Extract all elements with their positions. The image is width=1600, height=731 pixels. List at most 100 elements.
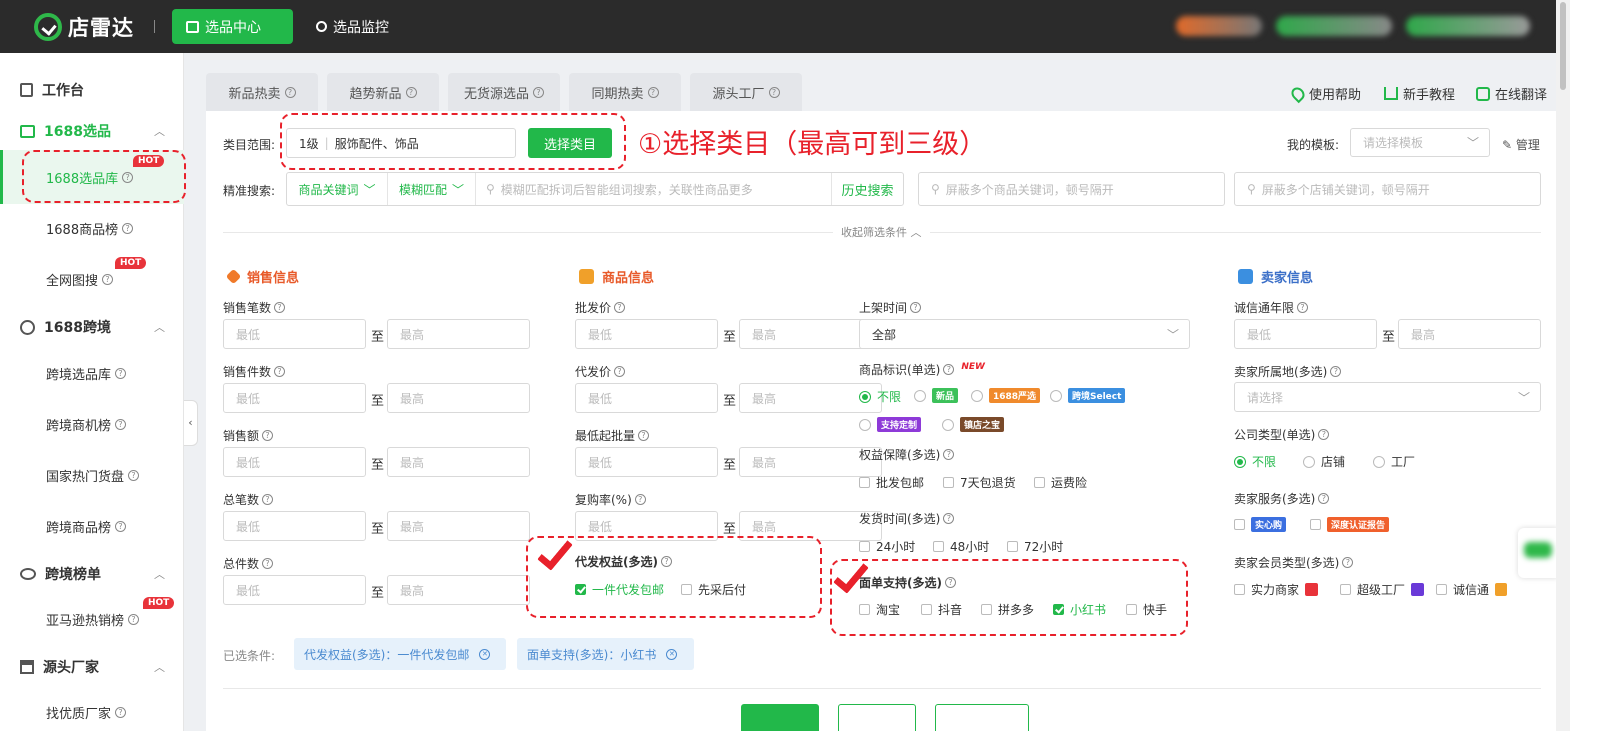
checkbox[interactable] bbox=[1234, 519, 1245, 530]
checkbox[interactable] bbox=[1234, 584, 1245, 595]
service-option-report[interactable]: 深度认证报告 bbox=[1310, 517, 1390, 532]
tag-option-custom[interactable]: 支持定制 bbox=[859, 417, 922, 432]
listing-time-select[interactable]: 全部 ﹀ bbox=[859, 319, 1190, 349]
logo[interactable]: 店雷达 bbox=[34, 12, 134, 42]
template-select[interactable]: 请选择模板 ﹀ bbox=[1350, 128, 1490, 157]
radio[interactable] bbox=[942, 418, 954, 431]
exclude-goods-input[interactable]: ⚲ 屏蔽多个商品关键词，顿号隔开 bbox=[918, 172, 1225, 206]
sales-field-min-input[interactable]: 最低 bbox=[223, 447, 366, 477]
goods-field-min-input[interactable]: 最低 bbox=[575, 319, 718, 349]
rights-option[interactable]: 运费险 bbox=[1034, 474, 1087, 491]
selected-chip[interactable]: 代发权益(多选)：一件代发包邮 ✕ bbox=[294, 638, 506, 670]
floating-service-widget[interactable] bbox=[1518, 528, 1558, 578]
checkbox[interactable] bbox=[1034, 477, 1045, 488]
service-option-shixingou[interactable]: 实心购 bbox=[1234, 517, 1287, 532]
save-template-button[interactable] bbox=[935, 704, 1029, 731]
sidebar-group-1688[interactable]: 1688选品 ︿ bbox=[20, 121, 165, 141]
tag-option-treasure[interactable]: 镇店之宝 bbox=[942, 417, 1005, 432]
member-option-strength[interactable]: 实力商家 bbox=[1234, 581, 1319, 598]
sales-field-min-input[interactable]: 最低 bbox=[223, 383, 366, 413]
checkbox[interactable] bbox=[1340, 584, 1351, 595]
sales-field-max-input[interactable]: 最高 bbox=[387, 319, 530, 349]
ship-time-option[interactable]: 72小时 bbox=[1007, 538, 1063, 555]
years-max-input[interactable]: 最高 bbox=[1398, 319, 1541, 349]
company-option-factory[interactable]: 工厂 bbox=[1373, 453, 1415, 470]
goods-field-min-input[interactable]: 最低 bbox=[575, 447, 718, 477]
checkbox[interactable] bbox=[1436, 584, 1447, 595]
translate-link[interactable]: 在线翻译 bbox=[1476, 84, 1547, 103]
tag-option-strict[interactable]: 1688严选 bbox=[971, 388, 1041, 403]
sidebar-group-factory[interactable]: 源头厂家 ︿ bbox=[20, 657, 165, 677]
history-search-button[interactable]: 历史搜索 bbox=[831, 173, 903, 205]
ship-time-option[interactable]: 24小时 bbox=[859, 538, 915, 555]
sidebar-collapse-button[interactable]: ‹ bbox=[184, 400, 198, 446]
sales-field-min-input[interactable]: 最低 bbox=[223, 575, 366, 605]
tab-source-factory[interactable]: 源头工厂? bbox=[690, 73, 802, 111]
tab-new-hot[interactable]: 新品热卖? bbox=[206, 73, 318, 111]
tutorial-link[interactable]: 新手教程 bbox=[1384, 84, 1455, 103]
sales-field-max-input[interactable]: 最高 bbox=[387, 575, 530, 605]
match-type-select[interactable]: 模糊匹配 ﹀ bbox=[388, 173, 476, 205]
sidebar-item-crossborder-library[interactable]: 跨境选品库? bbox=[46, 364, 127, 383]
selected-chip[interactable]: 面单支持(多选)：小红书 ✕ bbox=[517, 638, 694, 670]
sidebar-item-crossborder-opportunity[interactable]: 跨境商机榜? bbox=[46, 415, 127, 434]
checkbox[interactable] bbox=[943, 477, 954, 488]
years-min-input[interactable]: 最低 bbox=[1234, 319, 1377, 349]
checkbox[interactable] bbox=[1310, 519, 1321, 530]
collapse-filters-button[interactable]: 收起筛选条件 ︿ bbox=[833, 224, 930, 240]
sidebar-item-crossborder-ranking[interactable]: 跨境商品榜? bbox=[46, 517, 127, 536]
sidebar-item-find-factory[interactable]: 找优质厂家? bbox=[46, 703, 127, 722]
reset-button[interactable] bbox=[838, 704, 916, 731]
search-input[interactable]: ⚲ 模糊匹配拆词后智能组词搜索，关联性商品更多 bbox=[476, 173, 831, 205]
scrollbar[interactable] bbox=[1556, 0, 1570, 731]
radio-selected[interactable] bbox=[859, 390, 871, 403]
sales-field-max-input[interactable]: 最高 bbox=[387, 447, 530, 477]
sidebar-item-image-search[interactable]: 全网图搜? bbox=[46, 270, 114, 289]
sidebar-group-crossborder-ranking[interactable]: 跨境榜单 ︿ bbox=[20, 564, 165, 584]
tag-option-any[interactable]: 不限 bbox=[859, 388, 901, 405]
company-option-shop[interactable]: 店铺 bbox=[1303, 453, 1345, 470]
manage-template-button[interactable]: ✎ 管理 bbox=[1502, 136, 1540, 153]
close-icon[interactable]: ✕ bbox=[479, 648, 491, 660]
company-option-any[interactable]: 不限 bbox=[1234, 453, 1276, 470]
radio[interactable] bbox=[971, 389, 983, 402]
tab-no-stock[interactable]: 无货源选品? bbox=[448, 73, 560, 111]
checkbox[interactable] bbox=[933, 541, 944, 552]
sales-field-max-input[interactable]: 最高 bbox=[387, 383, 530, 413]
nav-product-center[interactable]: 选品中心 bbox=[172, 9, 293, 44]
sidebar-item-amazon-hot[interactable]: 亚马逊热销榜? bbox=[46, 610, 140, 629]
blurred-user-avatar[interactable] bbox=[1406, 16, 1530, 36]
radio[interactable] bbox=[1303, 455, 1315, 468]
tag-option-new[interactable]: 新品 bbox=[914, 388, 959, 403]
scrollbar-thumb[interactable] bbox=[1560, 2, 1566, 90]
checkbox[interactable] bbox=[1007, 541, 1018, 552]
location-select[interactable]: 请选择 ﹀ bbox=[1234, 382, 1541, 412]
nav-product-monitor[interactable]: 选品监控 bbox=[306, 9, 399, 44]
tag-option-crossborder-select[interactable]: 跨境Select bbox=[1050, 388, 1126, 403]
radio[interactable] bbox=[1373, 455, 1385, 468]
search-submit-button[interactable] bbox=[741, 704, 819, 731]
radio[interactable] bbox=[914, 389, 926, 402]
checkbox[interactable] bbox=[859, 477, 870, 488]
radio[interactable] bbox=[859, 418, 871, 431]
member-option-chengxintong[interactable]: 诚信通 bbox=[1436, 581, 1508, 598]
sales-field-min-input[interactable]: 最低 bbox=[223, 511, 366, 541]
sales-field-max-input[interactable]: 最高 bbox=[387, 511, 530, 541]
sales-field-min-input[interactable]: 最低 bbox=[223, 319, 366, 349]
radio[interactable] bbox=[1050, 389, 1062, 402]
tab-same-period[interactable]: 同期热卖? bbox=[569, 73, 681, 111]
rights-option[interactable]: 7天包退货 bbox=[943, 474, 1016, 491]
sidebar-group-crossborder[interactable]: 1688跨境 ︿ bbox=[20, 317, 165, 337]
checkbox[interactable] bbox=[859, 541, 870, 552]
member-option-super-factory[interactable]: 超级工厂 bbox=[1340, 581, 1425, 598]
goods-field-min-input[interactable]: 最低 bbox=[575, 383, 718, 413]
tab-trend-new[interactable]: 趋势新品? bbox=[327, 73, 439, 111]
sidebar-item-workbench[interactable]: 工作台 bbox=[20, 80, 84, 100]
rights-option[interactable]: 批发包邮 bbox=[859, 474, 924, 491]
sidebar-item-country-hot[interactable]: 国家热门货盘? bbox=[46, 466, 140, 485]
keyword-type-select[interactable]: 商品关键词 ﹀ bbox=[287, 173, 388, 205]
sidebar-item-1688-ranking[interactable]: 1688商品榜? bbox=[46, 219, 134, 238]
exclude-shops-input[interactable]: ⚲ 屏蔽多个店铺关键词，顿号隔开 bbox=[1234, 172, 1541, 206]
close-icon[interactable]: ✕ bbox=[666, 648, 678, 660]
help-link[interactable]: 使用帮助 bbox=[1288, 84, 1361, 103]
